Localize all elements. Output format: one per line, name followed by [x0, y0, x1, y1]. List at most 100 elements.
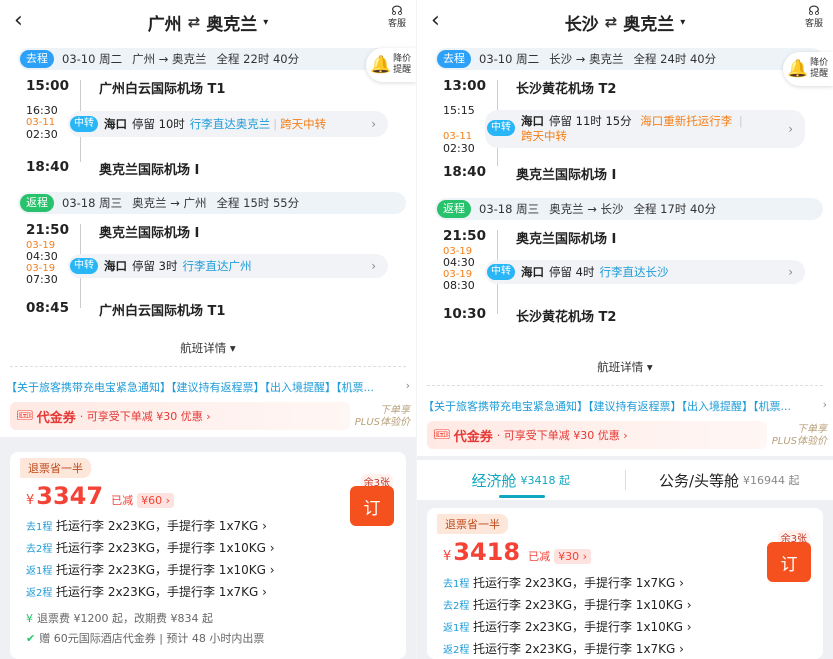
overnight-transfer-note: 跨天中转	[521, 129, 567, 143]
flight-details-toggle[interactable]: 航班详情 ▾	[0, 340, 416, 356]
plus-promo: 下单享 PLUS体验价	[772, 424, 827, 448]
cabin-tabs: 经济舱 ¥3418 起 公务/头等舱 ¥16944 起	[417, 460, 833, 500]
chevron-right-icon: ›	[822, 398, 827, 411]
leg-duration: 全程 24时 40分	[633, 52, 717, 66]
gift-text: 赠 60元国际酒店代金券 | 预计 48 小时内出票	[39, 632, 265, 645]
baggage-row[interactable]: 去2程 托运行李 2x23KG，手提行李 1x10KG ›	[443, 596, 692, 613]
baggage-row[interactable]: 去1程 托运行李 2x23KG，手提行李 1x7KG ›	[26, 517, 267, 534]
price-value: 3418	[453, 538, 521, 566]
check-icon: ✔	[26, 631, 36, 645]
arrival-time: 08:45	[26, 300, 69, 316]
notice-bar[interactable]: 【关于旅客携带充电宝紧急通知】【建议持有返程票】【出入境提醒】【机票... ›	[6, 379, 410, 395]
discount-info[interactable]: 已减 ¥30 ›	[528, 548, 591, 564]
customer-service-label: 客服	[387, 19, 406, 29]
stop-arrival-time: 04:30	[26, 250, 58, 263]
leg-route: 奥克兰 → 长沙	[549, 202, 624, 216]
route-title[interactable]: 广州 ⇄ 奥克兰 ▾	[148, 10, 269, 35]
fare-card[interactable]: 退票省一半 ¥ 3418 已减 ¥30 › 余3张 订 去1程 托运行李 2x23K…	[427, 508, 823, 659]
segment-label: 返1程	[26, 566, 53, 577]
leg-tag: 返程	[20, 194, 54, 212]
transfer-wait: 停留 10时	[132, 117, 185, 131]
notice-bar[interactable]: 【关于旅客携带充电宝紧急通知】【建议持有返程票】【出入境提醒】【机票... ›	[423, 398, 827, 414]
book-button[interactable]: 订	[350, 486, 394, 526]
stop-departure-time: 07:30	[26, 273, 58, 286]
departure-time: 21:50	[26, 222, 69, 238]
back-icon[interactable]: ‹	[431, 8, 440, 33]
departure-time: 15:00	[26, 78, 69, 94]
stop-arrival-time: 15:15	[443, 104, 475, 117]
baggage-detail: 托运行李 2x23KG，手提行李 1x7KG ›	[473, 642, 684, 656]
currency-symbol: ¥	[26, 493, 35, 508]
transfer-info[interactable]: 中转 海口 停留 4时 行李直达长沙 ›	[485, 260, 805, 284]
price-value: 3347	[36, 482, 104, 510]
segment-label: 返2程	[443, 645, 470, 656]
return-segment: 21:50 奥克兰国际机场 I 03-19 04:30 03-19 07:30 …	[0, 214, 416, 334]
baggage-row[interactable]: 返2程 托运行李 2x23KG，手提行李 1x7KG ›	[26, 583, 267, 600]
fare-card[interactable]: 退票省一半 ¥ 3347 已减 ¥60 › 余3张 订 去1程 托运行李 2x23K…	[10, 452, 406, 659]
yen-icon: ¥	[26, 611, 33, 625]
segment-label: 返1程	[443, 623, 470, 634]
plus-promo: 下单享 PLUS体验价	[355, 405, 410, 429]
transfer-badge: 中转	[487, 120, 515, 136]
plus-line-1: 下单享	[380, 405, 410, 416]
flight-details-toggle[interactable]: 航班详情 ▾	[417, 359, 833, 375]
header: ‹ 广州 ⇄ 奥克兰 ▾ ☊ 客服	[0, 0, 416, 44]
stop-next-day-date: 03-11	[26, 117, 56, 128]
customer-service-button[interactable]: ☊ 客服	[384, 5, 410, 30]
arrival-airport: 广州白云国际机场 T1	[99, 304, 226, 319]
coupon-icon: 🎟	[433, 427, 451, 443]
stop-arrival-time: 04:30	[443, 256, 475, 269]
arrival-airport: 奥克兰国际机场 I	[516, 168, 617, 183]
chevron-right-icon: ›	[371, 259, 376, 273]
back-icon[interactable]: ‹	[14, 8, 23, 33]
discount-info[interactable]: 已减 ¥60 ›	[111, 492, 174, 508]
stop-next-day-date: 03-11	[443, 131, 473, 142]
transfer-info[interactable]: 中转 海口 停留 11时 15分 海口重新托运行李 | 跨天中转 ›	[485, 110, 805, 148]
baggage-detail: 托运行李 2x23KG，手提行李 1x10KG ›	[56, 563, 275, 577]
book-button[interactable]: 订	[767, 542, 811, 582]
coupon-description: · 可享受下单减 ¥30 优惠 ›	[79, 410, 211, 423]
route-title[interactable]: 长沙 ⇄ 奥克兰 ▾	[565, 10, 686, 35]
notice-text: 【关于旅客携带充电宝紧急通知】【建议持有返程票】【出入境提醒】【机票...	[6, 381, 374, 394]
transfer-badge: 中转	[487, 264, 515, 280]
transfer-info[interactable]: 中转 海口 停留 10时 行李直达奥克兰 | 跨天中转 ›	[68, 111, 388, 137]
active-tab-indicator	[499, 495, 545, 498]
customer-service-button[interactable]: ☊ 客服	[801, 5, 827, 30]
return-leg-header: 返程 03-18 周三 奥克兰 → 长沙 全程 17时 40分	[435, 198, 823, 220]
refund-badge: 退票省一半	[437, 514, 508, 534]
chevron-right-icon: ›	[371, 117, 376, 131]
departure-time: 13:00	[443, 78, 486, 94]
segment-label: 去1程	[443, 579, 470, 590]
coupon-banner[interactable]: 🎟 代金券 · 可享受下单减 ¥30 优惠 ›	[427, 421, 767, 449]
leg-route: 广州 → 奥克兰	[132, 52, 207, 66]
leg-tag: 返程	[437, 200, 471, 218]
leg-tag: 去程	[20, 50, 54, 68]
coupon-banner[interactable]: 🎟 代金券 · 可享受下单减 ¥30 优惠 ›	[10, 402, 350, 430]
itinerary-panel-changsha: ‹ 长沙 ⇄ 奥克兰 ▾ ☊ 客服 去程 03-10 周二 长沙 → 奥克兰 全…	[417, 0, 833, 659]
plus-line-2: PLUS体验价	[771, 436, 827, 447]
tab-business-first[interactable]: 公务/头等舱 ¥16944 起	[626, 460, 833, 500]
baggage-note: 行李直达长沙	[599, 265, 669, 279]
baggage-row[interactable]: 返1程 托运行李 2x23KG，手提行李 1x10KG ›	[26, 561, 275, 578]
tab-economy[interactable]: 经济舱 ¥3418 起	[417, 460, 625, 500]
gift-info: ✔ 赠 60元国际酒店代金券 | 预计 48 小时内出票	[26, 630, 264, 646]
arrival-airport: 长沙黄花机场 T2	[516, 310, 617, 325]
chevron-down-icon: ▾	[263, 16, 269, 28]
header: ‹ 长沙 ⇄ 奥克兰 ▾ ☊ 客服	[417, 0, 833, 44]
baggage-row[interactable]: 去2程 托运行李 2x23KG，手提行李 1x10KG ›	[26, 539, 275, 556]
departure-airport: 长沙黄花机场 T2	[516, 82, 617, 97]
arrival-airport: 奥克兰国际机场 I	[99, 163, 200, 178]
departure-airport: 奥克兰国际机场 I	[516, 232, 617, 247]
arrival-time: 18:40	[26, 159, 69, 175]
transfer-info[interactable]: 中转 海口 停留 3时 行李直达广州 ›	[68, 254, 388, 278]
outbound-leg-header: 去程 03-10 周二 长沙 → 奥克兰 全程 24时 40分	[435, 48, 823, 70]
leg-route: 长沙 → 奥克兰	[549, 52, 624, 66]
book-label: 订	[780, 554, 798, 575]
transfer-city: 海口	[104, 259, 127, 273]
leg-date: 03-10 周二	[62, 52, 123, 66]
baggage-row[interactable]: 返1程 托运行李 2x23KG，手提行李 1x10KG ›	[443, 618, 692, 635]
baggage-row[interactable]: 返2程 托运行李 2x23KG，手提行李 1x7KG ›	[443, 640, 684, 657]
tab-economy-label: 经济舱	[471, 471, 517, 490]
separator: |	[273, 117, 278, 131]
baggage-row[interactable]: 去1程 托运行李 2x23KG，手提行李 1x7KG ›	[443, 574, 684, 591]
